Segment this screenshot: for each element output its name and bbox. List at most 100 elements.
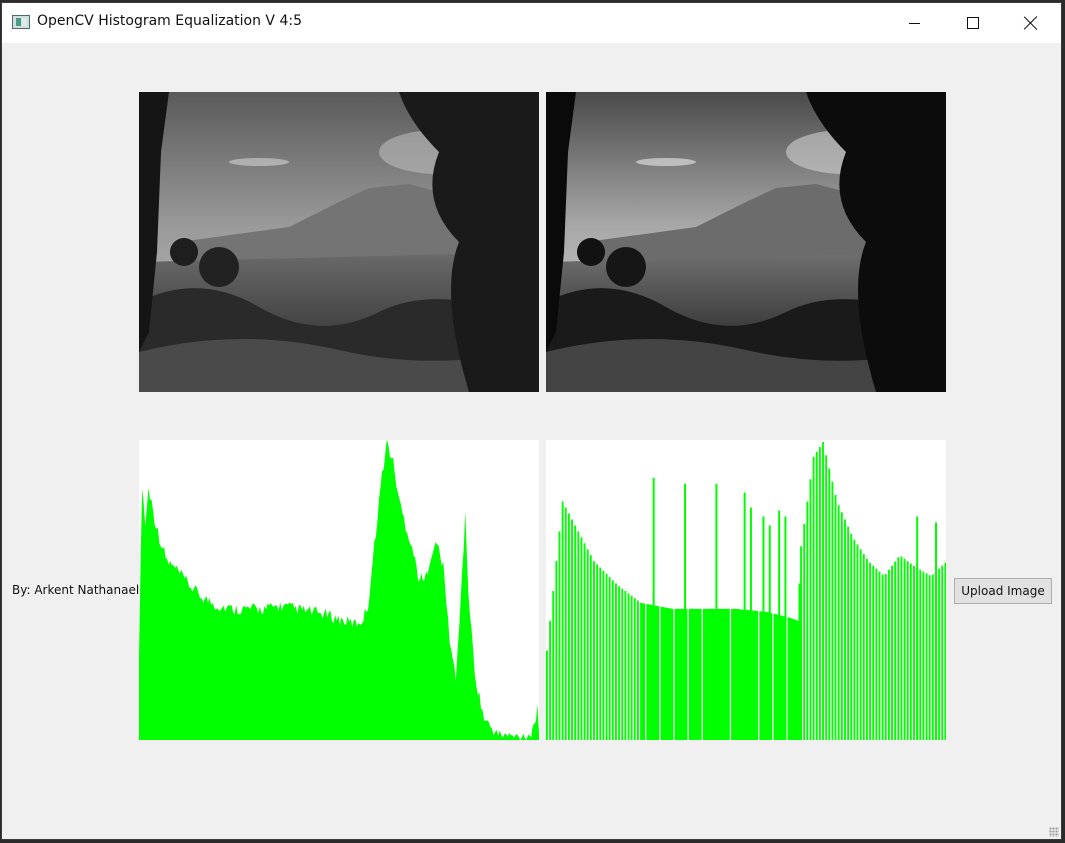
app-window: OpenCV Histogram Equalization V 4:5 By: … — [1, 2, 1062, 840]
histogram-bar — [596, 564, 599, 740]
histogram-spike — [916, 516, 919, 740]
histogram-bar — [756, 610, 759, 740]
histogram-bar — [834, 494, 837, 740]
histogram-bar — [589, 555, 592, 740]
histogram-spike — [749, 507, 752, 740]
histogram-bar — [636, 600, 639, 740]
histogram-bar — [630, 595, 633, 740]
histogram-bar — [809, 479, 812, 740]
histogram-bar — [941, 565, 944, 740]
histogram-bar — [847, 526, 850, 740]
histogram-bar — [812, 456, 815, 740]
histogram-bar — [671, 608, 674, 740]
histogram-bar — [884, 574, 887, 740]
maximize-icon — [967, 17, 979, 29]
histogram-spike — [743, 492, 746, 740]
histogram-bar — [897, 557, 900, 740]
original-image — [139, 92, 539, 392]
histogram-bar — [577, 531, 580, 740]
histogram-bar — [574, 525, 577, 740]
histogram-bar — [894, 561, 897, 740]
histogram-bar — [586, 549, 589, 740]
histogram-bar — [815, 451, 818, 740]
equalized-histogram — [546, 440, 946, 740]
histogram-bar — [837, 505, 840, 740]
histogram-bar — [944, 562, 946, 740]
histogram-bar — [605, 573, 608, 740]
histogram-bar — [869, 562, 872, 740]
histogram-bar — [657, 606, 660, 740]
histogram-bar — [822, 442, 824, 740]
histogram-bar — [925, 573, 928, 740]
histogram-bar — [919, 569, 922, 740]
histogram-bar — [627, 593, 630, 740]
histogram-bar — [558, 531, 561, 740]
histogram-spike — [762, 516, 765, 740]
close-icon — [1024, 16, 1038, 30]
histogram-bar — [903, 558, 906, 740]
window-title: OpenCV Histogram Equalization V 4:5 — [37, 13, 302, 29]
histogram-bar — [844, 519, 846, 740]
minimize-icon — [908, 22, 920, 24]
histogram-bar — [906, 561, 909, 740]
histogram-spike — [715, 483, 718, 740]
equalized-image — [546, 92, 946, 392]
histogram-bar — [602, 570, 605, 740]
histogram-bar — [599, 567, 602, 740]
histogram-spike — [768, 525, 771, 740]
histogram-bar — [909, 563, 912, 740]
histogram-bar — [803, 523, 806, 740]
histogram-bar — [615, 583, 617, 740]
histogram-bar — [938, 568, 941, 740]
histogram-spike — [684, 483, 687, 740]
histogram-bar — [583, 543, 586, 740]
histogram-bar — [840, 512, 843, 740]
upload-image-button[interactable]: Upload Image — [954, 578, 1052, 604]
minimize-button[interactable] — [885, 3, 943, 43]
histogram-spike — [784, 516, 787, 740]
histogram-bar — [818, 446, 821, 740]
histogram-bar — [866, 558, 868, 740]
original-histogram — [139, 440, 539, 740]
histogram-bar — [633, 598, 636, 740]
histogram-spike — [778, 510, 781, 740]
title-bar[interactable]: OpenCV Histogram Equalization V 4:5 — [2, 3, 1061, 43]
histogram-bar — [891, 565, 893, 740]
histogram-bar — [618, 586, 621, 740]
histogram-bar — [806, 501, 809, 740]
histogram-bar — [549, 620, 552, 740]
maximize-button[interactable] — [944, 3, 1002, 43]
histogram-bar — [900, 556, 903, 740]
histogram-bar — [608, 577, 611, 740]
histogram-bar — [699, 608, 702, 740]
histogram-bar — [913, 565, 915, 740]
histogram-bar — [931, 574, 934, 740]
histogram-bar — [825, 455, 828, 740]
close-button[interactable] — [1002, 3, 1060, 43]
histogram-bar — [611, 580, 614, 740]
histogram-bar — [571, 519, 573, 740]
app-icon — [12, 15, 30, 29]
histogram-bar — [593, 561, 595, 740]
histogram-bar — [850, 533, 853, 740]
histogram-bar — [800, 546, 802, 740]
histogram-bar — [831, 481, 834, 740]
equalized-histogram-plot — [546, 442, 946, 740]
histogram-bar — [862, 554, 865, 740]
histogram-spike — [935, 522, 938, 740]
histogram-bar — [878, 571, 881, 740]
resize-grip-icon[interactable] — [1049, 827, 1059, 837]
author-label: By: Arkent Nathanael — [12, 583, 140, 597]
histogram-bar — [859, 549, 862, 740]
histogram-bar — [580, 537, 583, 740]
histogram-bar — [887, 569, 890, 740]
histogram-area — [139, 440, 539, 740]
histogram-bar — [853, 539, 856, 740]
histogram-bar — [881, 574, 884, 740]
histogram-bar — [875, 568, 878, 740]
histogram-bar — [928, 575, 931, 740]
histogram-bar — [828, 468, 831, 740]
histogram-bar — [643, 603, 646, 740]
original-photo — [139, 92, 539, 392]
histogram-bar — [856, 544, 859, 740]
